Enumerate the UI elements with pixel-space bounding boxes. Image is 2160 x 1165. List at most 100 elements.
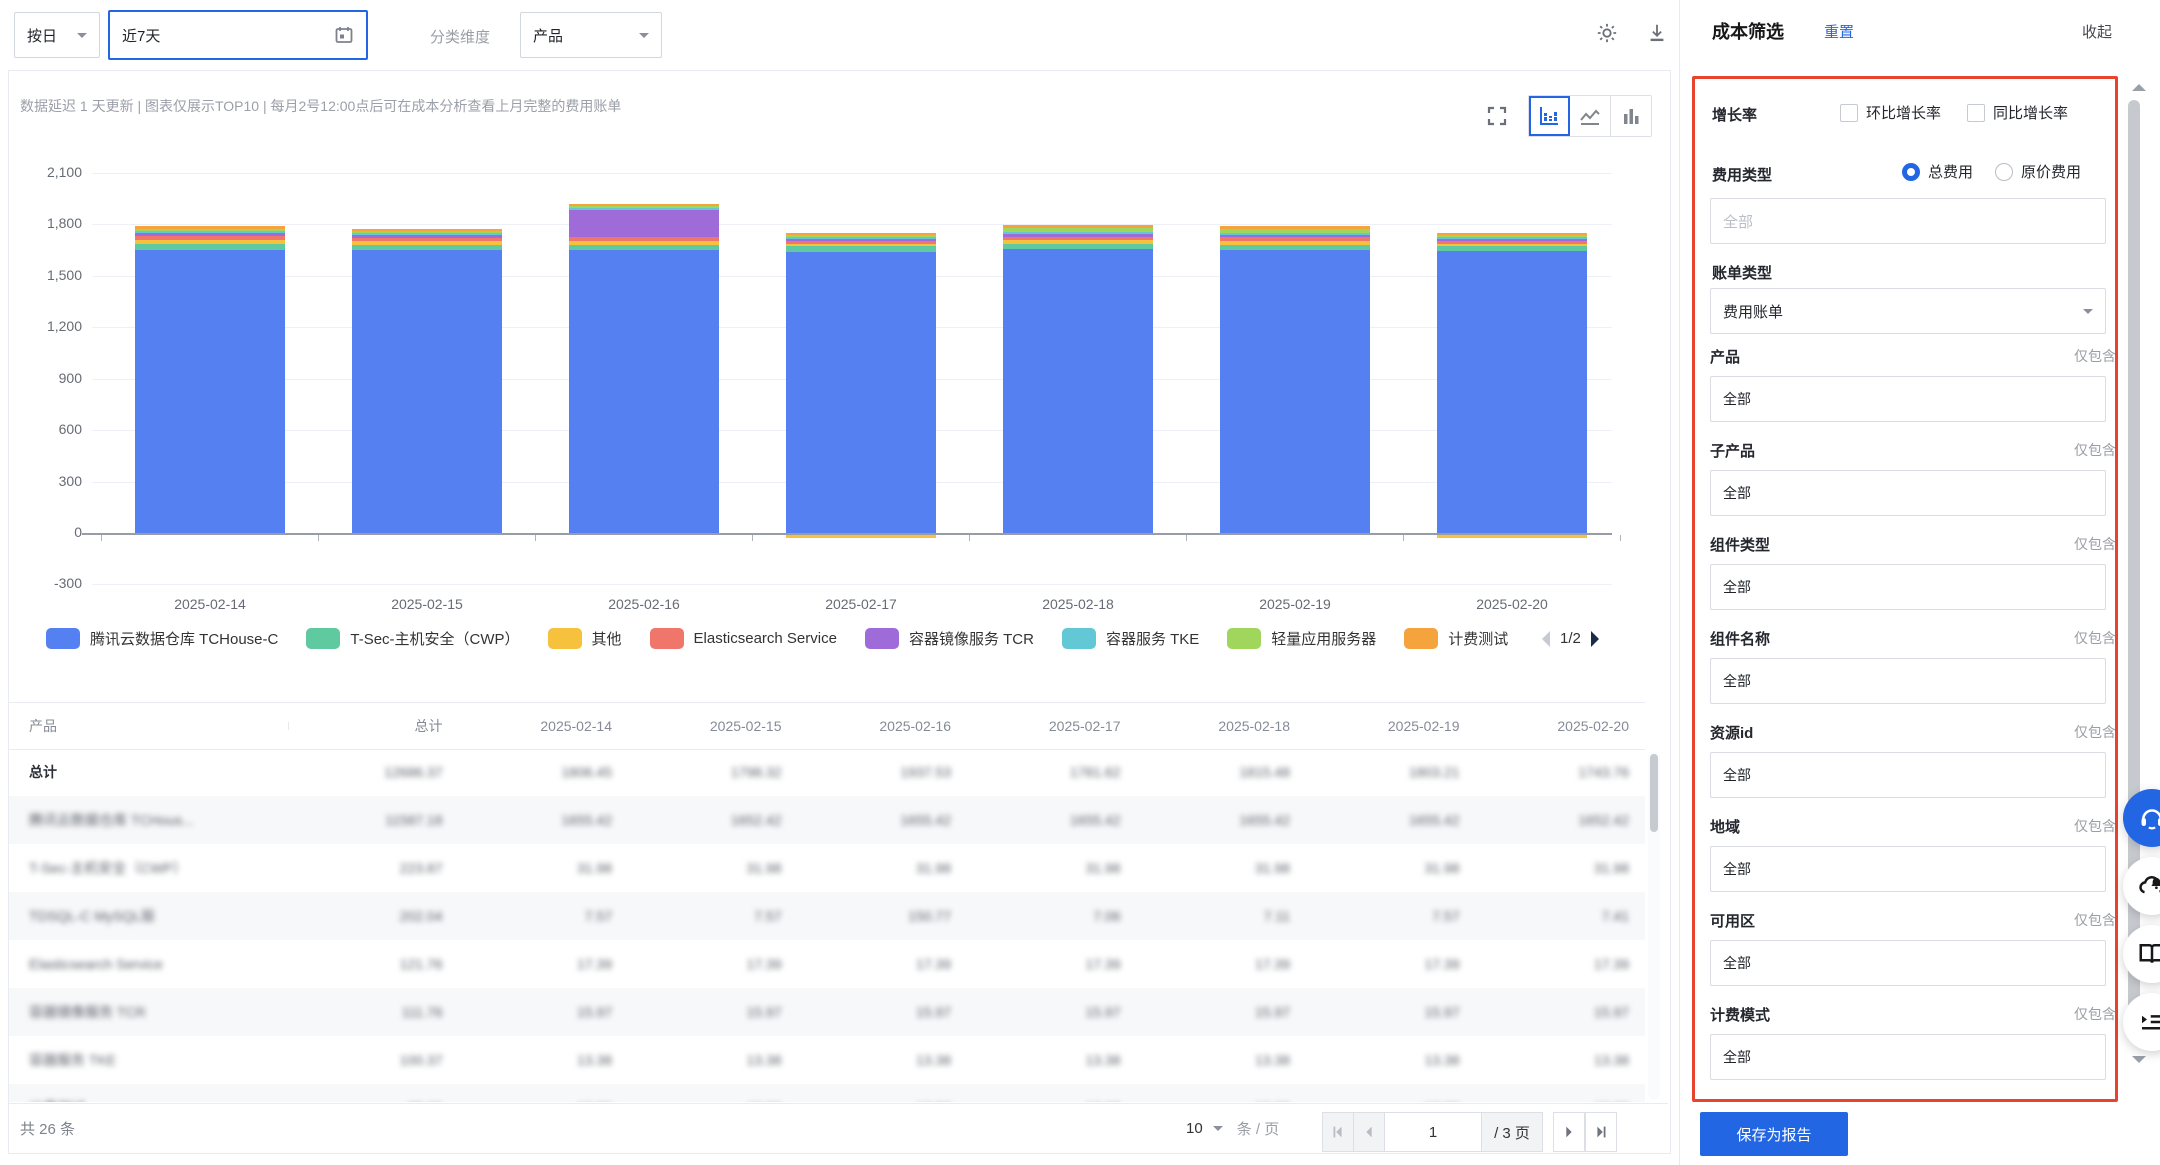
bar-segment[interactable] xyxy=(352,238,502,241)
page-size-select[interactable]: 10 条 / 页 xyxy=(1186,1118,1279,1139)
filter-include-tag[interactable]: 仅包含 xyxy=(2074,910,2122,930)
table-row[interactable]: 总计12686.371806.451798.321937.531781.6218… xyxy=(9,748,1645,796)
legend-next-icon[interactable] xyxy=(1591,631,1599,647)
bar-segment[interactable] xyxy=(1437,246,1587,251)
table-column-header[interactable]: 2025-02-14 xyxy=(459,718,629,734)
prev-page-button[interactable] xyxy=(1353,1112,1385,1152)
bar-segment[interactable] xyxy=(352,241,502,245)
original-fee-radio[interactable]: 原价费用 xyxy=(1995,161,2081,182)
table-column-header[interactable]: 2025-02-17 xyxy=(967,718,1137,734)
bar-segment[interactable] xyxy=(1220,229,1370,233)
bar-segment[interactable] xyxy=(352,231,502,233)
filter-include-tag[interactable]: 仅包含 xyxy=(2074,534,2122,554)
bar-segment[interactable] xyxy=(786,237,936,239)
bar-segment[interactable] xyxy=(352,235,502,237)
table-column-header[interactable]: 2025-02-19 xyxy=(1306,718,1476,734)
filter-include-tag[interactable]: 仅包含 xyxy=(2074,440,2122,460)
bar-segment[interactable] xyxy=(1003,232,1153,234)
bar-segment[interactable] xyxy=(786,239,936,241)
table-row[interactable]: T-Sec-主机安全（CWP）223.8731.9831.9831.9831.9… xyxy=(9,844,1645,892)
table-column-header[interactable]: 产品 xyxy=(9,716,289,736)
bar-segment[interactable] xyxy=(569,204,719,207)
bill-type-select[interactable]: 费用账单 xyxy=(1710,288,2106,334)
filter-include-tag[interactable]: 仅包含 xyxy=(2074,1098,2122,1100)
filter-input[interactable]: 全部 xyxy=(1710,752,2106,798)
filter-include-tag[interactable]: 仅包含 xyxy=(2074,628,2122,648)
bar-segment[interactable] xyxy=(786,244,936,246)
bar-segment[interactable] xyxy=(352,250,502,533)
filter-input[interactable]: 全部 xyxy=(1710,376,2106,422)
last-page-button[interactable] xyxy=(1585,1112,1617,1152)
bar-segment[interactable] xyxy=(135,236,285,240)
bar-segment[interactable] xyxy=(1003,249,1153,533)
next-page-button[interactable] xyxy=(1553,1112,1585,1152)
bar-segment[interactable] xyxy=(135,240,285,244)
table-row[interactable]: 容器服务 TKE100.3713.3813.3813.3813.3813.381… xyxy=(9,1036,1645,1084)
bar-segment[interactable] xyxy=(1437,237,1587,239)
legend-item[interactable]: 计费测试 xyxy=(1404,628,1508,649)
total-fee-radio[interactable]: 总费用 xyxy=(1902,161,1973,182)
bar-segment[interactable] xyxy=(1220,235,1370,237)
table-scrollbar-thumb[interactable] xyxy=(1650,754,1658,832)
table-row[interactable]: 容器镜像服务 TCR111.7615.9715.9715.9715.9715.9… xyxy=(9,988,1645,1036)
bar-segment[interactable] xyxy=(1220,237,1370,240)
bar-segment[interactable] xyxy=(569,210,719,237)
table-column-header[interactable]: 2025-02-20 xyxy=(1476,718,1646,734)
filter-include-tag[interactable]: 仅包含 xyxy=(2074,1004,2122,1024)
legend-item[interactable]: T-Sec-主机安全（CWP） xyxy=(306,628,519,649)
bar-segment[interactable] xyxy=(1220,250,1370,533)
table-row[interactable]: 计费测试88.2012.6012.6012.6012.6012.6012.601… xyxy=(9,1084,1645,1102)
bar-segment[interactable] xyxy=(1220,241,1370,245)
bar-segment[interactable] xyxy=(1003,225,1153,228)
bar-segment[interactable] xyxy=(1437,233,1587,235)
filter-input[interactable]: 全部 xyxy=(1710,846,2106,892)
bar-segment[interactable] xyxy=(135,231,285,233)
legend-item[interactable]: 腾讯云数据仓库 TCHouse-C xyxy=(46,628,278,649)
filter-input[interactable]: 全部 xyxy=(1710,470,2106,516)
collapse-link[interactable]: 收起 xyxy=(2082,21,2112,42)
filter-include-tag[interactable]: 仅包含 xyxy=(2074,816,2122,836)
table-column-header[interactable]: 2025-02-16 xyxy=(798,718,968,734)
bar-segment[interactable] xyxy=(1437,235,1587,237)
bar-segment[interactable] xyxy=(786,233,936,235)
table-row[interactable]: TDSQL-C MySQL版202.047.577.57150.777.067.… xyxy=(9,892,1645,940)
filter-input[interactable]: 全部 xyxy=(1710,658,2106,704)
bar-segment[interactable] xyxy=(135,244,285,250)
scroll-down-arrow[interactable] xyxy=(2132,1056,2146,1063)
table-column-header[interactable]: 总计 xyxy=(289,716,459,736)
bar-segment[interactable] xyxy=(1003,244,1153,249)
bar-segment[interactable] xyxy=(786,235,936,237)
bar-segment[interactable] xyxy=(1003,237,1153,240)
bar-segment[interactable] xyxy=(135,226,285,229)
bar-segment[interactable] xyxy=(1220,245,1370,250)
bar-segment[interactable] xyxy=(786,246,936,251)
bar-segment[interactable] xyxy=(1003,228,1153,232)
legend-item[interactable]: Elasticsearch Service xyxy=(650,628,837,649)
bar-segment[interactable] xyxy=(1003,240,1153,244)
filter-include-tag[interactable]: 仅包含 xyxy=(2074,722,2122,742)
table-row[interactable]: Elasticsearch Service121.7617.3917.3917.… xyxy=(9,940,1645,988)
bar-segment[interactable] xyxy=(569,250,719,533)
filter-input[interactable]: 全部 xyxy=(1710,1034,2106,1080)
bar-segment[interactable] xyxy=(135,233,285,236)
fee-filter-input[interactable]: 全部 xyxy=(1710,198,2106,244)
bar-segment[interactable] xyxy=(1437,244,1587,246)
first-page-button[interactable] xyxy=(1322,1112,1354,1152)
bar-segment[interactable] xyxy=(786,252,936,533)
legend-item[interactable]: 容器服务 TKE xyxy=(1062,628,1199,649)
bar-segment[interactable] xyxy=(786,241,936,244)
bar-segment[interactable] xyxy=(1220,233,1370,235)
table-column-header[interactable]: 2025-02-15 xyxy=(628,718,798,734)
filter-include-tag[interactable]: 仅包含 xyxy=(2074,346,2122,366)
bar-segment[interactable] xyxy=(569,245,719,250)
table-row[interactable]: 腾讯云数据仓库 TCHous...11587.181655.421652.421… xyxy=(9,796,1645,844)
legend-item[interactable]: 轻量应用服务器 xyxy=(1227,628,1376,649)
bar-segment[interactable] xyxy=(569,237,719,240)
scroll-up-arrow[interactable] xyxy=(2132,84,2146,91)
reset-link[interactable]: 重置 xyxy=(1824,21,1854,42)
bar-segment[interactable] xyxy=(352,229,502,232)
bar-segment[interactable] xyxy=(569,206,719,208)
filter-input[interactable]: 全部 xyxy=(1710,940,2106,986)
bar-segment[interactable] xyxy=(569,241,719,245)
bar-segment[interactable] xyxy=(1437,241,1587,244)
